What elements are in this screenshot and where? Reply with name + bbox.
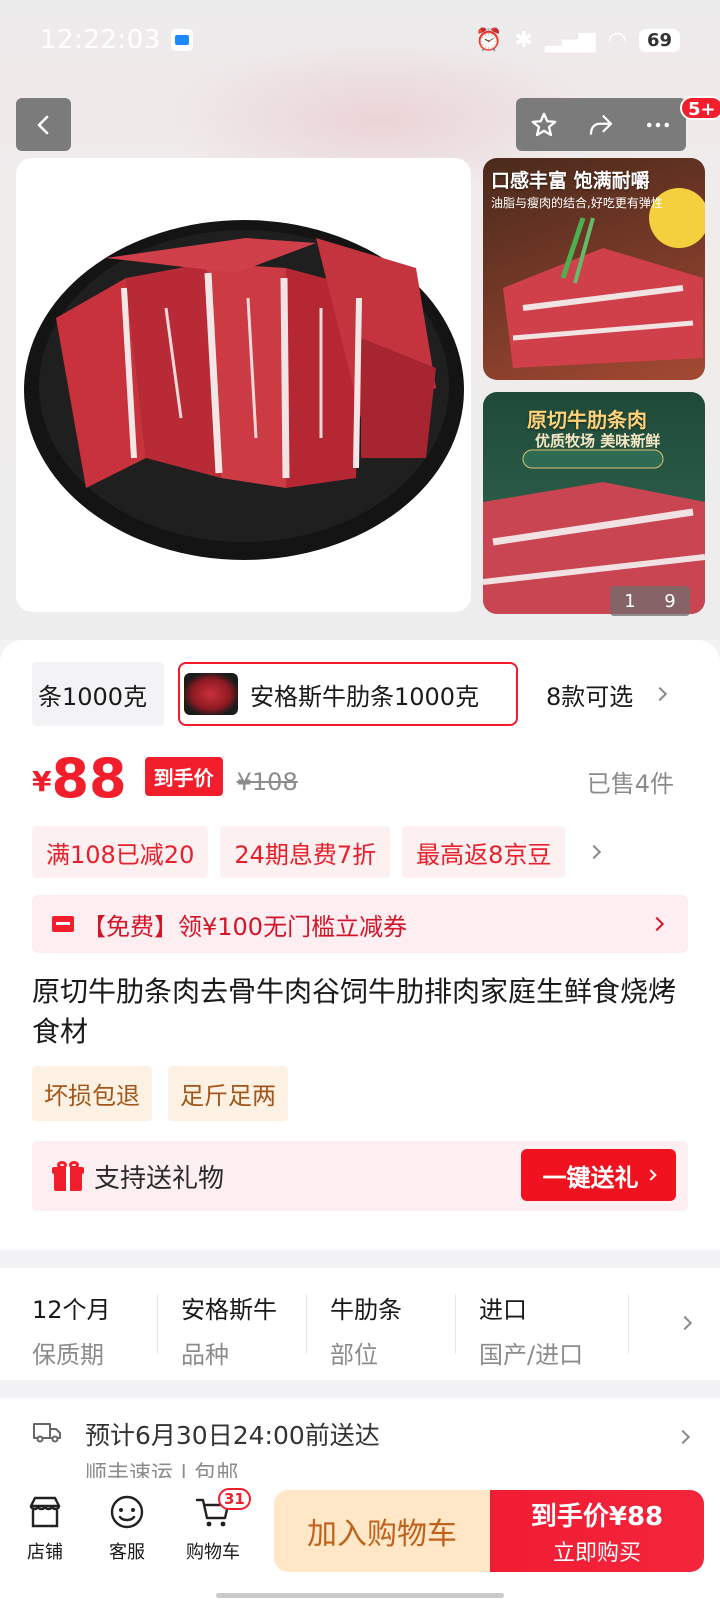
price-currency: ¥: [32, 765, 52, 798]
gallery-thumb-1[interactable]: 口感丰富 饱满耐嚼 油脂与瘦肉的结合,好吃更有弹性: [483, 158, 705, 380]
promotion-row[interactable]: 满108已减20 24期息费7折 最高返8京豆: [32, 826, 688, 878]
message-badge: 5+: [680, 96, 720, 120]
buy-price-label: 到手价¥88: [530, 1501, 664, 1532]
delivery-row[interactable]: 预计6月30日24:00前送达 顺丰速运 | 包邮: [0, 1398, 720, 1487]
share-icon[interactable]: [586, 110, 616, 140]
spec-key: 品种: [181, 1341, 229, 1369]
gift-banner: 支持送礼物 一键送礼: [32, 1141, 688, 1211]
variant-option-prev[interactable]: 条1000克: [32, 662, 164, 726]
thumb1-subcaption: 油脂与瘦肉的结合,好吃更有弹性: [491, 196, 663, 210]
star-icon[interactable]: [529, 110, 559, 140]
coupon-banner[interactable]: 【免费】领¥100无门槛立减券: [32, 895, 688, 953]
bottom-action-bar: 店铺 客服 购物车 31 加入购物车 到手价¥88 立即购买: [0, 1478, 720, 1600]
top-action-bar: [516, 98, 686, 151]
gallery-counter-total: 9: [664, 590, 676, 612]
main-product-image[interactable]: [16, 158, 471, 612]
service-label: 客服: [109, 1542, 145, 1563]
thumb2-subcaption: 优质牧场 美味新鲜: [535, 432, 661, 450]
store-icon: [29, 1496, 61, 1528]
coupon-icon: [52, 916, 74, 932]
back-icon: [37, 115, 48, 134]
price-amount: 88: [51, 747, 127, 810]
status-bar: 12:22:03 ⏰ ✱ ▂▄▆ ◠ 69: [40, 22, 680, 58]
promo-tag[interactable]: 最高返8京豆: [402, 826, 566, 878]
bluetooth-icon: ✱: [514, 27, 533, 53]
final-price-tag: 到手价: [144, 757, 223, 796]
battery-indicator: 69: [638, 28, 680, 52]
notification-app-icon: [170, 29, 193, 51]
status-icons: ⏰ ✱ ▂▄▆ ◠ 69: [475, 28, 680, 53]
service-button[interactable]: 客服: [92, 1492, 162, 1564]
spec-item: 进口 国产/进口: [479, 1290, 629, 1369]
sold-count: 已售4件: [586, 770, 674, 798]
service-tags: 坏损包退 足斤足两: [32, 1066, 288, 1121]
spec-strip[interactable]: 12个月 保质期 安格斯牛 品种 牛肋条 部位 进口 国产/进口: [0, 1268, 720, 1380]
truck-icon: [33, 1423, 61, 1443]
spec-value: 牛肋条: [330, 1296, 402, 1324]
chevron-right-icon: [644, 1169, 657, 1181]
variant-selected-label: 安格斯牛肋条1000克: [250, 682, 480, 711]
promo-tag[interactable]: 24期息费7折: [220, 826, 391, 878]
spec-item: 安格斯牛 品种: [181, 1290, 331, 1369]
variant-thumbnail: [184, 673, 238, 715]
store-button[interactable]: 店铺: [10, 1492, 80, 1564]
spec-item: 12个月 保质期: [32, 1290, 182, 1369]
variant-more-button[interactable]: 8款可选: [546, 662, 668, 726]
spec-item: 牛肋条 部位: [330, 1290, 480, 1369]
store-label: 店铺: [27, 1542, 63, 1563]
buy-now-button[interactable]: 到手价¥88 立即购买: [490, 1490, 704, 1572]
spec-key: 保质期: [32, 1341, 104, 1369]
delivery-estimate: 预计6月30日24:00前送达: [85, 1421, 380, 1450]
send-gift-label: 一键送礼: [542, 1163, 639, 1192]
cart-count-badge: 31: [218, 1488, 251, 1510]
promo-tag[interactable]: 满108已减20: [32, 826, 209, 878]
spec-value: 12个月: [32, 1296, 111, 1324]
buy-now-label: 立即购买: [552, 1540, 641, 1566]
gallery-counter-current: 1: [624, 590, 636, 612]
spec-divider: [628, 1294, 629, 1354]
service-tag: 足斤足两: [168, 1066, 288, 1121]
thumb2-caption: 原切牛肋条肉: [527, 408, 647, 432]
gift-icon: [52, 1161, 84, 1191]
cart-label: 购物车: [186, 1542, 240, 1563]
chevron-right-icon: [587, 844, 602, 860]
spec-value: 进口: [479, 1296, 527, 1324]
chevron-right-icon: [653, 686, 668, 702]
spec-divider: [306, 1294, 307, 1354]
variant-option-selected[interactable]: 安格斯牛肋条1000克: [178, 662, 518, 726]
spec-divider: [157, 1294, 158, 1354]
spec-key: 国产/进口: [479, 1341, 584, 1369]
gallery-counter: 1 9: [610, 586, 690, 616]
cart-button[interactable]: 购物车 31: [178, 1488, 251, 1564]
thumb1-caption: 口感丰富 饱满耐嚼: [491, 170, 650, 192]
chevron-right-icon: [675, 1429, 691, 1445]
gift-label: 支持送礼物: [94, 1163, 225, 1194]
product-photo: [24, 220, 464, 560]
back-button[interactable]: [16, 98, 71, 151]
wifi-icon: ◠: [607, 27, 627, 53]
more-icon[interactable]: [643, 110, 673, 140]
variant-more-label: 8款可选: [546, 682, 634, 711]
chevron-right-icon: [677, 1315, 693, 1331]
status-time: 12:22:03: [40, 25, 161, 55]
spec-value: 安格斯牛: [181, 1296, 277, 1324]
service-tag: 坏损包退: [32, 1066, 152, 1121]
add-to-cart-button[interactable]: 加入购物车: [274, 1490, 490, 1572]
coupon-text: 【免费】领¥100无门槛立减券: [82, 912, 408, 941]
service-icon: [110, 1495, 144, 1529]
signal-icon: ▂▄▆: [544, 27, 596, 53]
chevron-right-icon: [649, 916, 665, 932]
original-price: ¥108: [236, 768, 298, 796]
spec-key: 部位: [330, 1341, 378, 1369]
spec-divider: [455, 1294, 456, 1354]
gallery-thumb-2[interactable]: 原切牛肋条肉 优质牧场 美味新鲜: [483, 392, 705, 614]
home-indicator: [216, 1593, 504, 1598]
alarm-icon: ⏰: [475, 27, 503, 53]
product-title: 原切牛肋条肉去骨牛肉谷饲牛肋排肉家庭生鲜食烧烤食材: [32, 975, 677, 1048]
send-gift-button[interactable]: 一键送礼: [521, 1149, 676, 1201]
